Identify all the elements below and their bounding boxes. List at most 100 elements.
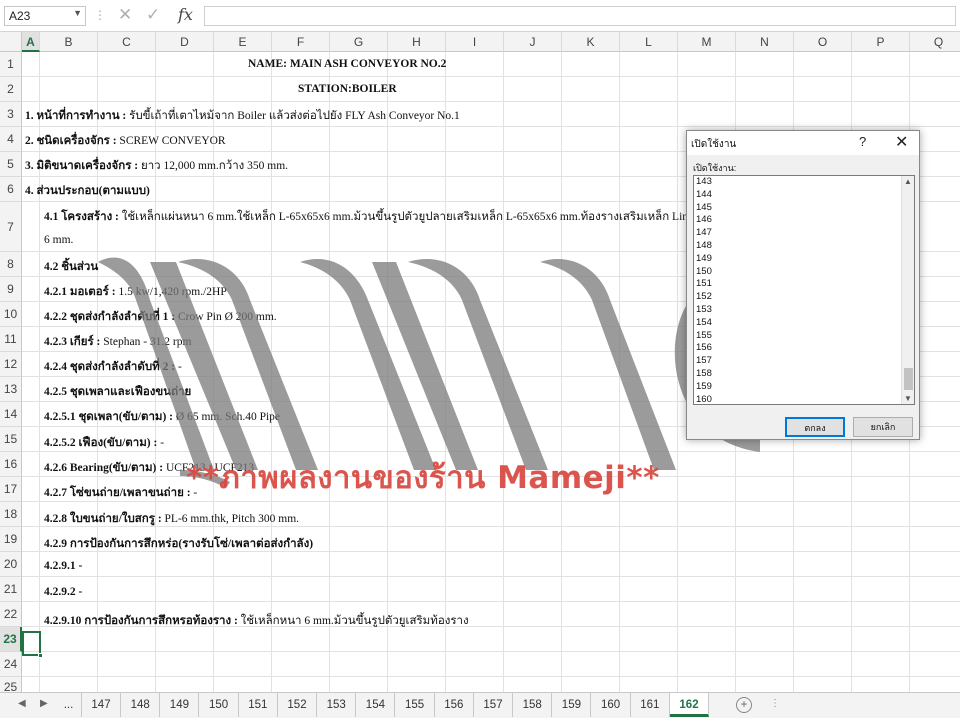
listbox-item[interactable]: 146 xyxy=(694,214,902,227)
row-header-10[interactable]: 10 xyxy=(0,302,22,327)
scroll-thumb[interactable] xyxy=(904,368,913,390)
column-header-p[interactable]: P xyxy=(852,32,910,52)
listbox-item[interactable]: 144 xyxy=(694,189,902,202)
column-header-f[interactable]: F xyxy=(272,32,330,52)
sheet-tab-153[interactable]: 153 xyxy=(317,693,357,717)
row-header-22[interactable]: 22 xyxy=(0,602,22,627)
column-header-c[interactable]: C xyxy=(98,32,156,52)
row-header-1[interactable]: 1 xyxy=(0,52,22,77)
listbox-item[interactable]: 156 xyxy=(694,342,902,355)
column-header-m[interactable]: M xyxy=(678,32,736,52)
listbox-item[interactable]: 155 xyxy=(694,330,902,343)
enter-icon[interactable]: ✓ xyxy=(146,5,160,25)
fill-handle[interactable] xyxy=(38,653,43,658)
sheet-tab-155[interactable]: 155 xyxy=(396,693,435,717)
column-header-e[interactable]: E xyxy=(214,32,272,52)
listbox-item[interactable]: 151 xyxy=(694,278,902,291)
column-header-o[interactable]: O xyxy=(794,32,852,52)
listbox-item[interactable]: 158 xyxy=(694,368,902,381)
help-icon[interactable]: ? xyxy=(859,134,866,149)
column-header-a[interactable]: A xyxy=(22,32,40,52)
listbox-item[interactable]: 149 xyxy=(694,253,902,266)
insert-function-icon[interactable]: fx xyxy=(178,5,193,24)
row-header-20[interactable]: 20 xyxy=(0,552,22,577)
tab-more-left[interactable]: ... xyxy=(56,693,82,717)
column-header-d[interactable]: D xyxy=(156,32,214,52)
sheet-tab-151[interactable]: 151 xyxy=(239,693,278,717)
listbox-item[interactable]: 148 xyxy=(694,240,902,253)
chevron-down-icon[interactable]: ▼ xyxy=(73,8,82,18)
sheet-tab-162[interactable]: 162 xyxy=(670,693,709,717)
row-header-25[interactable]: 25 xyxy=(0,677,22,692)
listbox-scrollbar[interactable]: ▲ ▼ xyxy=(901,176,914,404)
listbox-item[interactable]: 150 xyxy=(694,266,902,279)
row-header-11[interactable]: 11 xyxy=(0,327,22,352)
sheet-tab-160[interactable]: 160 xyxy=(592,693,631,717)
listbox-item[interactable]: 143 xyxy=(694,176,902,189)
row-header-15[interactable]: 15 xyxy=(0,427,22,452)
sheet-tab-161[interactable]: 161 xyxy=(631,693,670,717)
row-header-17[interactable]: 17 xyxy=(0,477,22,502)
row-header-16[interactable]: 16 xyxy=(0,452,22,477)
column-header-b[interactable]: B xyxy=(40,32,98,52)
listbox-item[interactable]: 147 xyxy=(694,227,902,240)
sheet-tab-148[interactable]: 148 xyxy=(121,693,161,717)
sheet-tab-149[interactable]: 149 xyxy=(160,693,200,717)
listbox-item[interactable]: 160 xyxy=(694,394,902,404)
name-box[interactable]: A23 ▼ xyxy=(4,6,86,26)
row-header-14[interactable]: 14 xyxy=(0,402,22,427)
active-cell-a23[interactable] xyxy=(22,631,43,658)
sheet-tab-147[interactable]: 147 xyxy=(82,693,121,717)
column-header-l[interactable]: L xyxy=(620,32,678,52)
row-header-3[interactable]: 3 xyxy=(0,102,22,127)
sheet-tab-154[interactable]: 154 xyxy=(356,693,396,717)
cell-title-station: STATION:BOILER xyxy=(298,83,397,95)
sheet-tab-150[interactable]: 150 xyxy=(200,693,239,717)
tab-options-icon[interactable]: ⋮ xyxy=(770,698,780,709)
listbox-item[interactable]: 145 xyxy=(694,202,902,215)
cancel-icon[interactable]: ✕ xyxy=(118,5,132,25)
row-header-18[interactable]: 18 xyxy=(0,502,22,527)
column-header-k[interactable]: K xyxy=(562,32,620,52)
row-header-13[interactable]: 13 xyxy=(0,377,22,402)
row-header-8[interactable]: 8 xyxy=(0,252,22,277)
listbox-item[interactable]: 157 xyxy=(694,355,902,368)
scroll-up-icon[interactable]: ▲ xyxy=(904,177,912,186)
sheet-tab-156[interactable]: 156 xyxy=(435,693,474,717)
sheet-tab-158[interactable]: 158 xyxy=(513,693,553,717)
sheet-tab-159[interactable]: 159 xyxy=(552,693,592,717)
tab-scroll-left-icon[interactable]: ◀ xyxy=(18,698,26,709)
cancel-button[interactable]: ยกเลิก xyxy=(853,417,913,437)
row-header-6[interactable]: 6 xyxy=(0,177,22,202)
tab-scroll-right-icon[interactable]: ▶ xyxy=(40,698,48,709)
listbox-item[interactable]: 154 xyxy=(694,317,902,330)
listbox-item[interactable]: 152 xyxy=(694,291,902,304)
add-sheet-icon[interactable]: + xyxy=(736,697,752,713)
select-all-corner[interactable] xyxy=(0,32,22,52)
row-header-12[interactable]: 12 xyxy=(0,352,22,377)
row-header-9[interactable]: 9 xyxy=(0,277,22,302)
scroll-down-icon[interactable]: ▼ xyxy=(904,394,912,403)
column-header-h[interactable]: H xyxy=(388,32,446,52)
column-header-n[interactable]: N xyxy=(736,32,794,52)
column-header-i[interactable]: I xyxy=(446,32,504,52)
row-header-21[interactable]: 21 xyxy=(0,577,22,602)
formula-input[interactable] xyxy=(204,6,956,26)
row-header-19[interactable]: 19 xyxy=(0,527,22,552)
row-header-7[interactable]: 7 xyxy=(0,202,22,252)
column-header-q[interactable]: Q xyxy=(910,32,960,52)
sheet-tab-157[interactable]: 157 xyxy=(474,693,513,717)
close-icon[interactable]: ✕ xyxy=(895,132,908,152)
sheet-listbox[interactable]: 143 144 145 146 147 148 149 150 151 152 153 154 155 1… xyxy=(693,175,915,405)
row-header-23[interactable]: 23 xyxy=(0,627,22,652)
listbox-item[interactable]: 159 xyxy=(694,381,902,394)
ok-button[interactable]: ตกลง xyxy=(785,417,845,437)
row-header-24[interactable]: 24 xyxy=(0,652,22,677)
row-header-2[interactable]: 2 xyxy=(0,77,22,102)
sheet-tab-152[interactable]: 152 xyxy=(278,693,317,717)
row-header-5[interactable]: 5 xyxy=(0,152,22,177)
listbox-item[interactable]: 153 xyxy=(694,304,902,317)
column-header-g[interactable]: G xyxy=(330,32,388,52)
row-header-4[interactable]: 4 xyxy=(0,127,22,152)
column-header-j[interactable]: J xyxy=(504,32,562,52)
